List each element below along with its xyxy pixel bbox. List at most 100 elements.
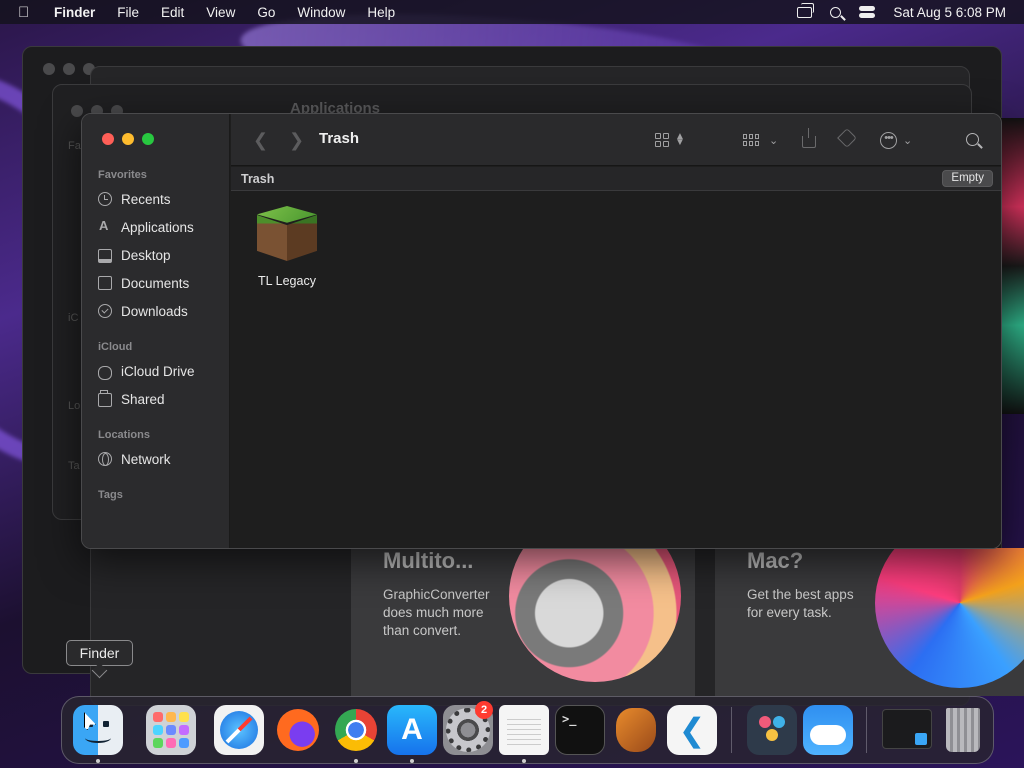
store-card[interactable]: Mac? Get the best apps for every task. <box>715 548 1024 696</box>
globe-icon <box>98 452 112 466</box>
sidebar-item-label: Recents <box>121 191 171 207</box>
window-controls <box>102 133 154 145</box>
download-icon <box>98 304 112 318</box>
dock-weather[interactable] <box>803 705 853 755</box>
back-button[interactable]: ❮ <box>253 130 268 151</box>
cloud-icon <box>98 366 112 380</box>
dock-firefox[interactable] <box>273 705 323 755</box>
file-item[interactable]: TL Legacy <box>257 206 317 288</box>
shared-folder-icon <box>98 390 112 407</box>
sidebar-item-network[interactable]: Network <box>98 448 171 470</box>
running-indicator <box>96 759 100 763</box>
tag-icon[interactable] <box>837 128 857 148</box>
sidebar-header-locations: Locations <box>98 429 150 441</box>
finder-toolbar: ❮ ❯ Trash ▲ ▼ ⌄ ••• ⌄ <box>231 114 1001 166</box>
card-title: Mac? <box>747 548 804 573</box>
card-artwork <box>875 548 1024 688</box>
dock-separator <box>866 707 867 753</box>
chevron-down-icon: ⌄ <box>903 134 913 147</box>
sidebar-item-documents[interactable]: Documents <box>98 272 189 294</box>
control-center-icon[interactable] <box>859 6 876 18</box>
sidebar-item-label: Applications <box>121 219 194 235</box>
more-actions-button[interactable]: ••• ⌄ <box>880 131 912 149</box>
empty-trash-button[interactable]: Empty <box>942 170 993 187</box>
card-description: GraphicConverter does much more than con… <box>383 587 490 638</box>
sidebar-header-icloud: iCloud <box>98 341 133 353</box>
sidebar-item-downloads[interactable]: Downloads <box>98 300 188 322</box>
window-title: Trash <box>319 130 360 147</box>
notification-badge: 2 <box>475 701 493 719</box>
clock-icon <box>98 192 112 206</box>
forward-button[interactable]: ❯ <box>289 130 304 151</box>
icon-view-icon <box>655 133 669 147</box>
screen-mirroring-icon[interactable] <box>797 2 815 18</box>
spotlight-search-icon[interactable] <box>830 6 842 18</box>
dock-terminal[interactable]: >_ <box>555 705 605 755</box>
menu-view[interactable]: View <box>206 5 235 20</box>
menu-edit[interactable]: Edit <box>161 5 184 20</box>
card-artwork <box>509 548 681 682</box>
share-icon[interactable] <box>802 128 816 148</box>
menu-window[interactable]: Window <box>297 5 345 20</box>
maximize-button[interactable] <box>142 133 154 145</box>
file-area[interactable]: TL Legacy <box>231 192 1001 548</box>
sidebar-item-label: Shared <box>121 391 165 407</box>
menu-app-name[interactable]: Finder <box>54 5 95 20</box>
path-bar: Trash Empty <box>231 167 1001 191</box>
dock-minimized-window[interactable] <box>882 709 932 749</box>
dock-app-store[interactable]: A <box>387 705 437 755</box>
sidebar-item-desktop[interactable]: Desktop <box>98 244 171 266</box>
desktop-icon <box>98 249 112 263</box>
applications-icon <box>98 218 112 234</box>
group-button[interactable]: ⌄ <box>743 131 778 149</box>
running-indicator <box>522 759 526 763</box>
dock-finder[interactable] <box>73 705 123 755</box>
dock-launchpad[interactable] <box>146 705 196 755</box>
dock: A 2 >_ ❮ <box>61 696 994 764</box>
sidebar-item-label: iCloud Drive <box>121 363 195 379</box>
background-sidebar-label: Fa <box>68 140 81 152</box>
menu-help[interactable]: Help <box>367 5 395 20</box>
document-icon <box>98 276 112 290</box>
finder-window: Favorites Recents Applications Desktop D… <box>81 113 1002 549</box>
chevron-updown-icon: ▲ ▼ <box>675 131 685 148</box>
sidebar-item-label: Downloads <box>121 303 188 319</box>
dock-chrome[interactable] <box>331 705 381 755</box>
sidebar-header-tags: Tags <box>98 489 123 501</box>
background-sidebar-label: Lo <box>68 400 81 412</box>
background-artwork <box>1000 118 1024 414</box>
menu-go[interactable]: Go <box>257 5 275 20</box>
card-title: Multito... <box>383 548 474 573</box>
window-controls <box>43 63 95 75</box>
minimize-button[interactable] <box>122 133 134 145</box>
path-label: Trash <box>241 172 275 186</box>
sidebar-item-label: Desktop <box>121 247 171 263</box>
dock-davinci-resolve[interactable] <box>747 705 797 755</box>
store-card[interactable]: Multito... GraphicConverter does much mo… <box>351 548 695 696</box>
dock-trash[interactable] <box>938 705 988 755</box>
background-sidebar-label: iC <box>68 312 79 324</box>
background-sidebar-label: Ta <box>68 460 80 472</box>
apple-logo-icon[interactable]:  <box>18 4 46 21</box>
running-indicator <box>354 759 358 763</box>
sidebar-item-recents[interactable]: Recents <box>98 188 171 210</box>
dock-textedit[interactable] <box>499 705 549 755</box>
dock-safari[interactable] <box>214 705 264 755</box>
sidebar-header-favorites: Favorites <box>98 169 147 181</box>
sidebar-item-label: Documents <box>121 275 190 291</box>
close-button[interactable] <box>102 133 114 145</box>
dock-vscode[interactable]: ❮ <box>667 705 717 755</box>
dock-garageband[interactable] <box>611 705 661 755</box>
menu-clock[interactable]: Sat Aug 5 6:08 PM <box>893 5 1006 20</box>
view-mode-button[interactable]: ▲ ▼ <box>655 131 685 149</box>
sidebar-item-icloud-drive[interactable]: iCloud Drive <box>98 360 195 382</box>
sidebar-item-shared[interactable]: Shared <box>98 388 165 410</box>
finder-sidebar: Favorites Recents Applications Desktop D… <box>82 114 230 548</box>
sidebar-item-applications[interactable]: Applications <box>98 216 194 238</box>
search-icon[interactable] <box>966 133 979 146</box>
sidebar-item-label: Network <box>121 451 171 467</box>
ellipsis-circle-icon: ••• <box>880 131 897 149</box>
menu-file[interactable]: File <box>117 5 139 20</box>
card-description: Get the best apps for every task. <box>747 587 854 620</box>
running-indicator <box>410 759 414 763</box>
